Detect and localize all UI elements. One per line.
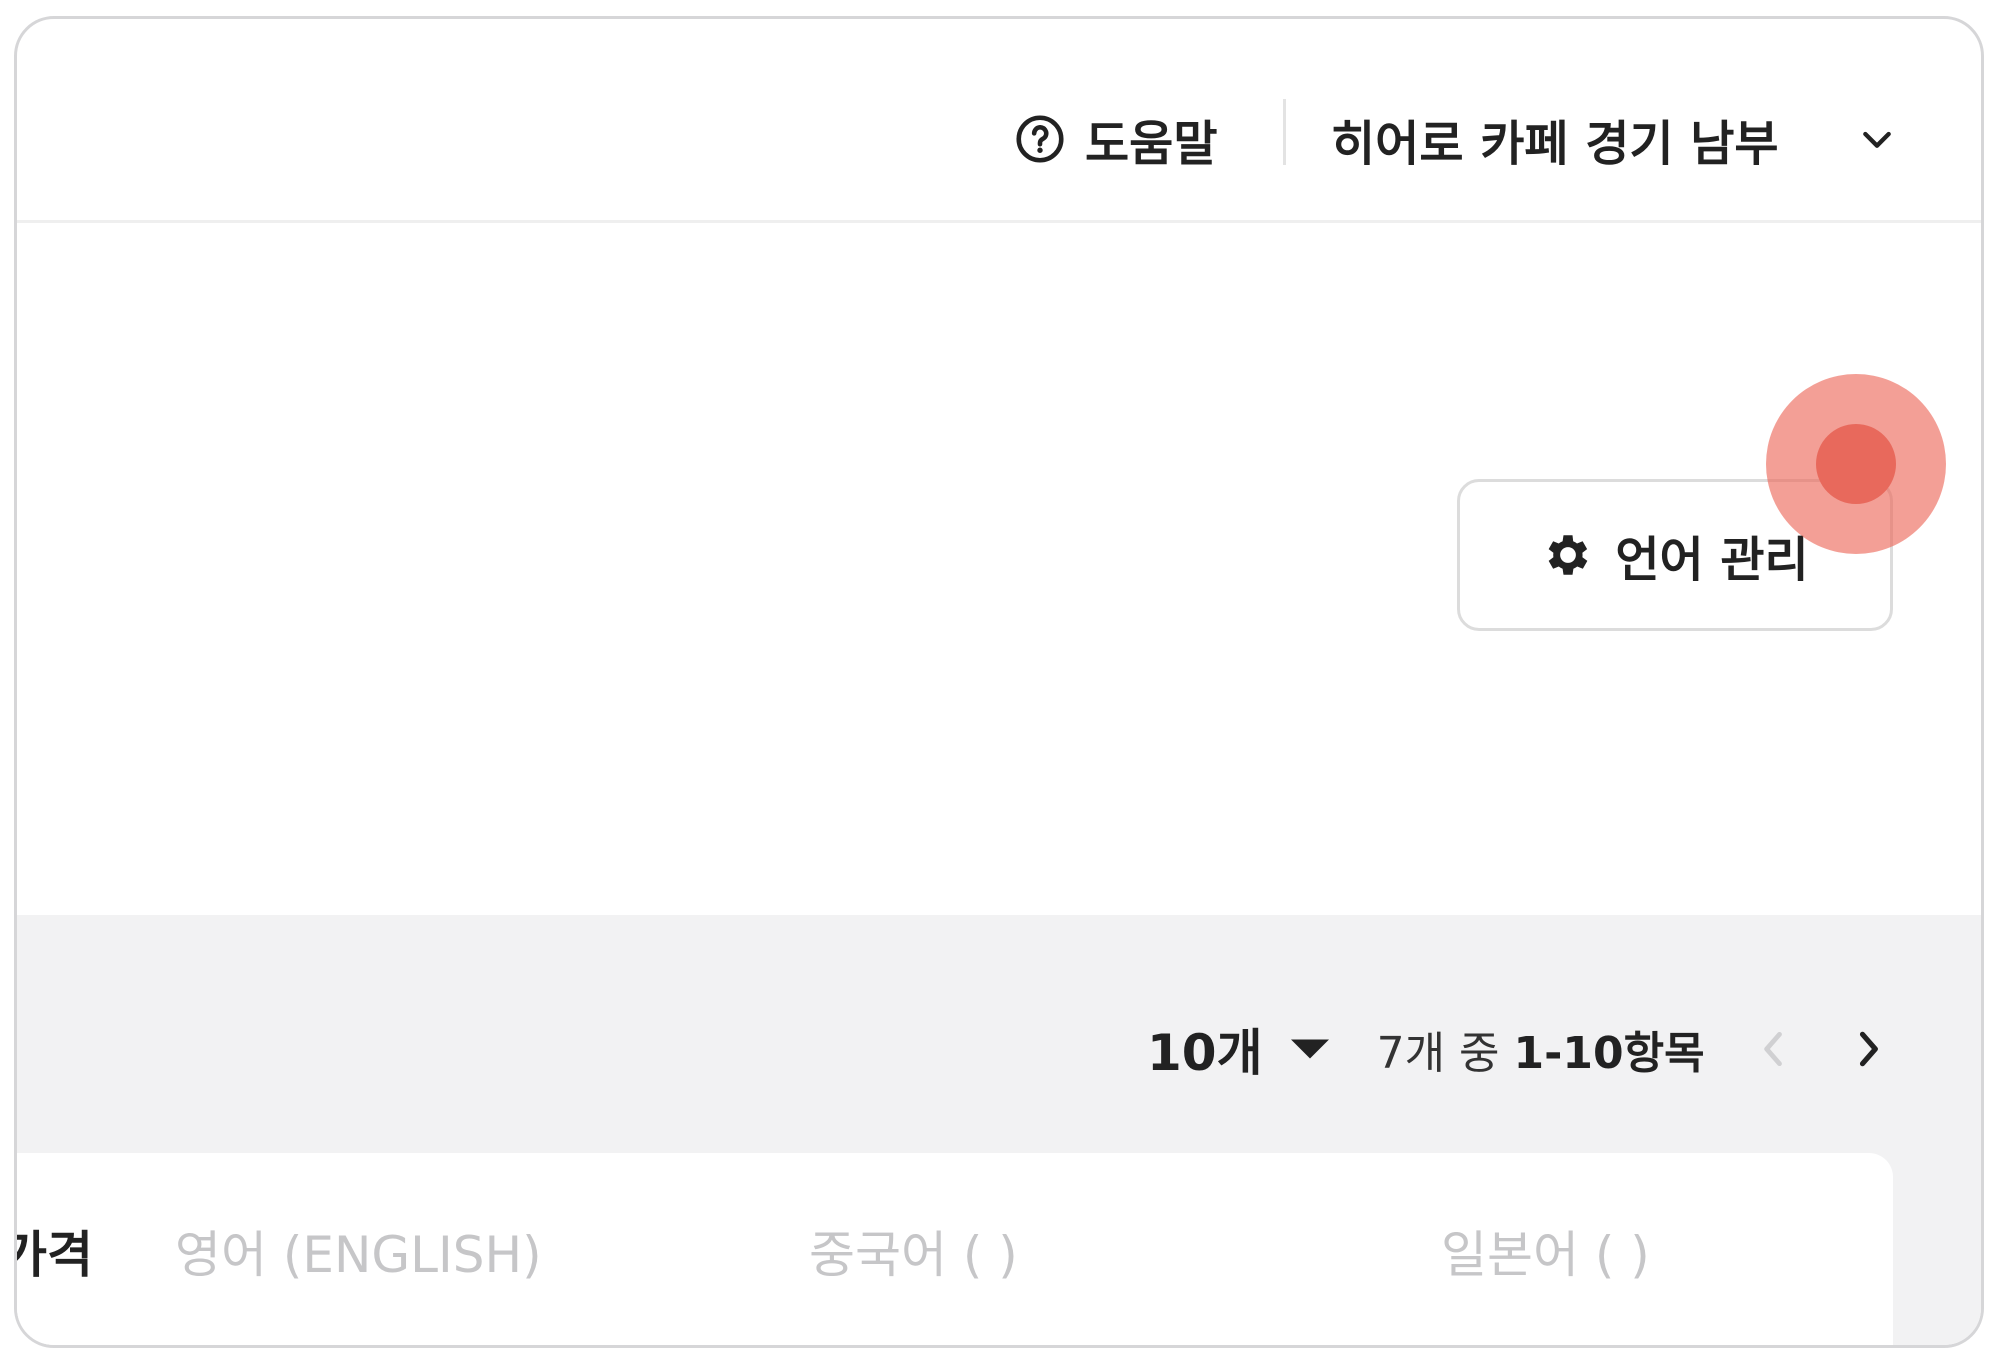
help-link[interactable]: 도움말: [1015, 89, 1217, 189]
help-label: 도움말: [1085, 116, 1218, 172]
help-circle-icon: [1016, 115, 1064, 163]
app-window: 도움말 히어로 카페 경기 남부 언어 관리 10개 7개 중 1-10항목 가…: [14, 16, 1984, 1348]
store-name: 히어로 카페 경기 남부: [1331, 116, 1779, 172]
range-prefix: 7개 중: [1376, 1028, 1514, 1079]
column-header-price: 가격: [17, 1226, 93, 1284]
column-header-japanese: 일본어 ( ): [1441, 1226, 1650, 1284]
page-size-select[interactable]: 10개: [1147, 1013, 1329, 1085]
gear-icon: [1548, 535, 1588, 575]
tap-indicator-inner: [1816, 424, 1896, 504]
pagination-range: 7개 중 1-10항목: [1377, 1017, 1705, 1081]
pagination: 10개 7개 중 1-10항목: [1147, 1009, 1885, 1089]
chevron-down-icon[interactable]: [1857, 119, 1897, 159]
chevron-left-icon[interactable]: [1757, 1027, 1791, 1071]
language-manage-label: 언어 관리: [1615, 532, 1809, 588]
header-divider: [1283, 99, 1286, 165]
store-selector[interactable]: 히어로 카페 경기 남부: [1331, 89, 1779, 189]
range-current: 1-10항목: [1513, 1028, 1705, 1079]
chevron-right-icon[interactable]: [1851, 1027, 1885, 1071]
column-header-chinese: 중국어 ( ): [809, 1226, 1018, 1284]
caret-down-icon: [1290, 1039, 1329, 1059]
page-size-value: 10개: [1147, 1024, 1263, 1082]
column-header-english: 영어 (ENGLISH): [175, 1226, 542, 1284]
